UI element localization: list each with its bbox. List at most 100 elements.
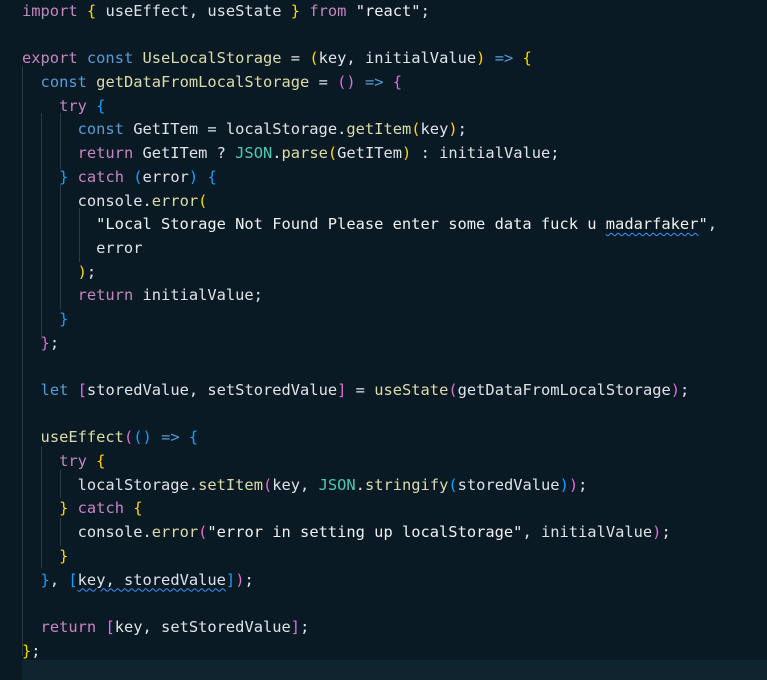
code-token: stringify [364,475,449,494]
code-line[interactable]: } [22,545,767,569]
code-token: = [346,381,375,399]
code-token: () [133,428,152,447]
code-token: catch [77,499,124,518]
code-line[interactable] [22,24,767,48]
code-token: GetITem = [123,120,226,139]
code-line[interactable]: "Local Storage Not Found Please enter so… [22,213,767,237]
code-line[interactable]: return [key, setStoredValue]; [22,616,767,640]
code-line[interactable]: localStorage.setItem(key, JSON.stringify… [22,474,767,498]
code-line[interactable]: const GetITem = localStorage.getItem(key… [22,118,767,142]
code-token: const [40,73,87,92]
code-token: ] [290,617,301,636]
code-line[interactable] [22,403,767,427]
code-token: import [22,2,78,20]
code-line[interactable]: console.error( [22,190,767,214]
code-token: [ [77,381,87,399]
code-token: error [151,191,199,210]
code-token: { [188,428,199,447]
code-line[interactable]: } catch (error) { [22,166,767,190]
code-token: ) [670,381,681,399]
code-token: () [337,73,356,92]
code-line[interactable] [22,592,767,616]
code-line[interactable]: return GetITem ? JSON.parse(GetITem) : i… [22,142,767,166]
code-editor[interactable]: import { useEffect, useState } from "rea… [0,0,767,680]
code-token: , [707,215,718,234]
code-token: ( [133,167,143,186]
code-token: try [59,452,87,471]
code-token: ; [420,2,430,20]
code-line[interactable]: console.error("error in setting up local… [22,521,767,545]
code-token: key, storedValue [77,570,226,589]
code-token: initialValue; [133,286,263,305]
code-line[interactable]: try { [22,95,767,119]
code-line[interactable]: }; [22,332,767,356]
code-line[interactable]: ); [22,261,767,285]
code-line[interactable]: } catch { [22,497,767,521]
code-line[interactable] [22,355,767,379]
code-token: { [133,499,143,518]
code-line[interactable]: export const UseLocalStorage = (key, ini… [22,47,767,71]
code-token: . [188,475,199,494]
code-token: GetITem ? [133,144,236,163]
code-token: ; [578,475,588,494]
code-token: . [355,475,365,494]
code-token: } [59,309,69,328]
code-token: ) [77,262,87,281]
code-line[interactable]: const getDataFromLocalStorage = () => { [22,71,767,95]
code-token: ( [123,428,134,447]
code-line[interactable]: error [22,237,767,261]
code-token: ; [300,617,310,636]
code-line[interactable]: return initialValue; [22,284,767,308]
code-token: ( [198,191,208,210]
code-token: UseLocalStorage [142,49,282,68]
code-token: ) [568,475,579,494]
code-lines[interactable]: import { useEffect, useState } from "rea… [22,0,767,663]
code-token: return [77,144,134,163]
code-line[interactable]: import { useEffect, useState } from "rea… [22,0,767,24]
code-token: madarfaker [605,215,699,234]
code-line[interactable]: } [22,308,767,332]
code-token: ] [337,381,347,399]
code-line[interactable]: useEffect(() => { [22,426,767,450]
code-line[interactable]: }; [22,640,767,664]
code-token: } [59,167,69,186]
code-token: ; [661,523,671,542]
code-line[interactable]: try { [22,450,767,474]
code-token: [ [105,617,115,636]
code-token: "react" [355,2,421,20]
code-line[interactable]: let [storedValue, setStoredValue] = useS… [22,379,767,403]
code-token: { [392,73,403,92]
code-token: ; [457,120,467,139]
code-token: } [59,546,69,565]
code-token: } [290,2,301,20]
code-token: ; [31,641,41,660]
code-line[interactable]: }, [key, storedValue]); [22,569,767,593]
code-token: const [86,49,134,68]
code-token: getItem [346,120,412,139]
code-token: return [40,617,97,636]
code-token: JSON [318,475,356,494]
code-token: GetITem [337,144,403,163]
code-token: export [22,49,78,68]
code-token: try [59,96,87,115]
